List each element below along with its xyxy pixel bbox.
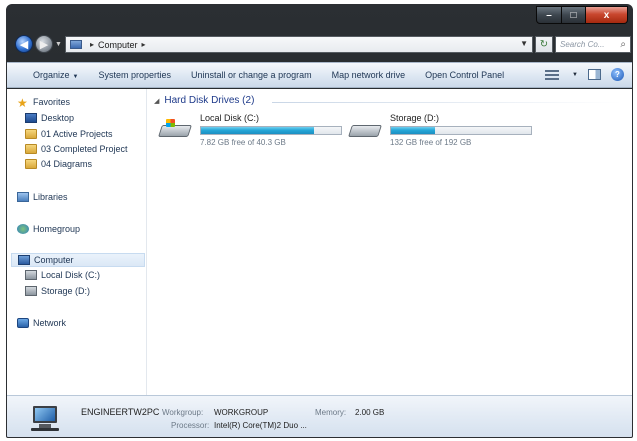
breadcrumb-chevron-icon[interactable]: ▸ (90, 40, 94, 49)
sidebar-item-label: Storage (D:) (41, 286, 91, 296)
drive-tile-local-disk[interactable]: Local Disk (C:) 7.82 GB free of 40.3 GB (156, 111, 346, 147)
drive-usage-fill (391, 127, 435, 134)
sidebar-item-computer[interactable]: Computer (11, 253, 145, 267)
caption-buttons: – □ x (536, 6, 628, 24)
drive-usage-bar (200, 126, 342, 135)
forward-button[interactable]: ▶ (35, 35, 53, 53)
arrow-right-icon: ▶ (39, 38, 49, 51)
refresh-icon: ↻ (539, 39, 549, 50)
sidebar-item-completed-project[interactable]: 03 Completed Project (25, 144, 128, 154)
drive-free-space: 132 GB free of 192 GB (390, 138, 472, 147)
folder-icon (25, 159, 37, 169)
sidebar-item-label: 04 Diagrams (41, 159, 93, 169)
map-network-drive-button[interactable]: Map network drive (322, 70, 416, 80)
close-button[interactable]: x (586, 6, 628, 24)
organize-label: Organize (33, 70, 70, 80)
sidebar-item-active-projects[interactable]: 01 Active Projects (25, 129, 113, 139)
drive-tile-storage[interactable]: Storage (D:) 132 GB free of 192 GB (346, 111, 536, 147)
open-control-panel-button[interactable]: Open Control Panel (415, 70, 514, 80)
star-icon: ★ (17, 96, 28, 110)
processor-label: Processor: (171, 421, 210, 430)
navigation-pane[interactable]: ★ Favorites Desktop 01 Active Projects 0… (7, 89, 147, 395)
uninstall-program-button[interactable]: Uninstall or change a program (181, 70, 322, 80)
collapse-chevron-icon[interactable]: ◢ (154, 97, 159, 105)
change-view-icon[interactable] (545, 69, 560, 81)
sidebar-item-label: 03 Completed Project (41, 144, 128, 154)
explorer-body: ★ Favorites Desktop 01 Active Projects 0… (7, 89, 632, 395)
hard-drive-icon (25, 286, 37, 296)
search-icon[interactable]: ⌕ (620, 39, 626, 50)
workgroup-label: Workgroup: (162, 408, 204, 417)
system-properties-button[interactable]: System properties (88, 70, 181, 80)
address-bar[interactable]: ▸ Computer ▸ ▼ (65, 36, 533, 53)
breadcrumb-computer[interactable]: Computer (98, 40, 138, 50)
sidebar-item-label: Local Disk (C:) (41, 270, 101, 280)
recent-pages-chevron-icon[interactable]: ▼ (55, 41, 62, 48)
maximize-button[interactable]: □ (562, 6, 586, 24)
navigation-bar: ◀ ▶ ▼ ▸ Computer ▸ ▼ ↻ ⌕ (7, 27, 632, 57)
preview-pane-icon[interactable] (588, 69, 601, 80)
sidebar-item-label: Libraries (33, 192, 68, 202)
drive-free-space: 7.82 GB free of 40.3 GB (200, 138, 286, 147)
address-dropdown-icon[interactable]: ▼ (520, 39, 528, 48)
minimize-button[interactable]: – (536, 6, 562, 24)
homegroup-icon (17, 224, 29, 234)
sidebar-item-desktop[interactable]: Desktop (25, 113, 74, 123)
toolbar-right-controls: ▼ ? (545, 68, 624, 81)
group-title: Hard Disk Drives (2) (164, 95, 255, 106)
group-header-hard-disk-drives[interactable]: ◢ Hard Disk Drives (2) (154, 95, 254, 106)
computer-name: ENGINEERTW2PC (81, 407, 160, 417)
search-box[interactable]: ⌕ (555, 36, 631, 53)
sidebar-item-favorites[interactable]: ★ Favorites (17, 96, 71, 110)
workgroup-value: WORKGROUP (214, 408, 269, 417)
sidebar-item-diagrams[interactable]: 04 Diagrams (25, 159, 92, 169)
sidebar-item-label: Computer (34, 255, 74, 265)
chevron-down-icon: ▼ (72, 74, 79, 80)
sidebar-item-label: Desktop (41, 113, 75, 123)
back-button[interactable]: ◀ (15, 35, 33, 53)
memory-value: 2.00 GB (355, 408, 385, 417)
processor-value: Intel(R) Core(TM)2 Duo ... (214, 421, 307, 430)
sidebar-item-storage[interactable]: Storage (D:) (25, 286, 90, 296)
hard-drive-icon (348, 119, 382, 141)
drive-usage-fill (201, 127, 314, 134)
arrow-left-icon: ◀ (19, 38, 29, 51)
sidebar-item-network[interactable]: Network (17, 318, 66, 328)
system-drive-icon (158, 119, 192, 141)
search-input[interactable] (560, 40, 616, 49)
computer-icon (18, 255, 30, 265)
computer-icon (70, 40, 82, 49)
sidebar-item-label: 01 Active Projects (41, 129, 113, 139)
help-icon[interactable]: ? (611, 68, 624, 81)
sidebar-item-homegroup[interactable]: Homegroup (17, 224, 80, 234)
view-options-chevron-icon[interactable]: ▼ (572, 72, 578, 78)
breadcrumb-chevron-icon[interactable]: ▸ (142, 40, 146, 49)
sidebar-item-label: Favorites (33, 97, 71, 107)
computer-icon (29, 406, 61, 432)
sidebar-item-local-disk[interactable]: Local Disk (C:) (25, 270, 100, 280)
command-bar: Organize ▼ System properties Uninstall or… (7, 62, 632, 88)
memory-label: Memory: (315, 408, 347, 417)
sidebar-item-libraries[interactable]: Libraries (17, 192, 68, 202)
file-list[interactable]: ◢ Hard Disk Drives (2) Local Disk (C:) 7… (148, 89, 632, 395)
desktop-icon (25, 113, 37, 123)
folder-icon (25, 129, 37, 139)
organize-button[interactable]: Organize ▼ (7, 70, 88, 80)
drive-name: Storage (D:) (390, 113, 440, 123)
folder-icon (25, 144, 37, 154)
group-divider (272, 102, 622, 103)
drive-usage-bar (390, 126, 532, 135)
details-pane: ENGINEERTW2PC Workgroup: WORKGROUP Memor… (7, 395, 632, 437)
explorer-window: – □ x ◀ ▶ ▼ ▸ Computer ▸ ▼ ↻ ⌕ Organize▼… (6, 4, 633, 438)
sidebar-item-label: Homegroup (33, 224, 81, 234)
libraries-icon (17, 192, 29, 202)
network-icon (17, 318, 29, 328)
hard-drive-icon (25, 270, 37, 280)
refresh-button[interactable]: ↻ (535, 36, 553, 53)
drive-name: Local Disk (C:) (200, 113, 260, 123)
sidebar-item-label: Network (33, 318, 67, 328)
